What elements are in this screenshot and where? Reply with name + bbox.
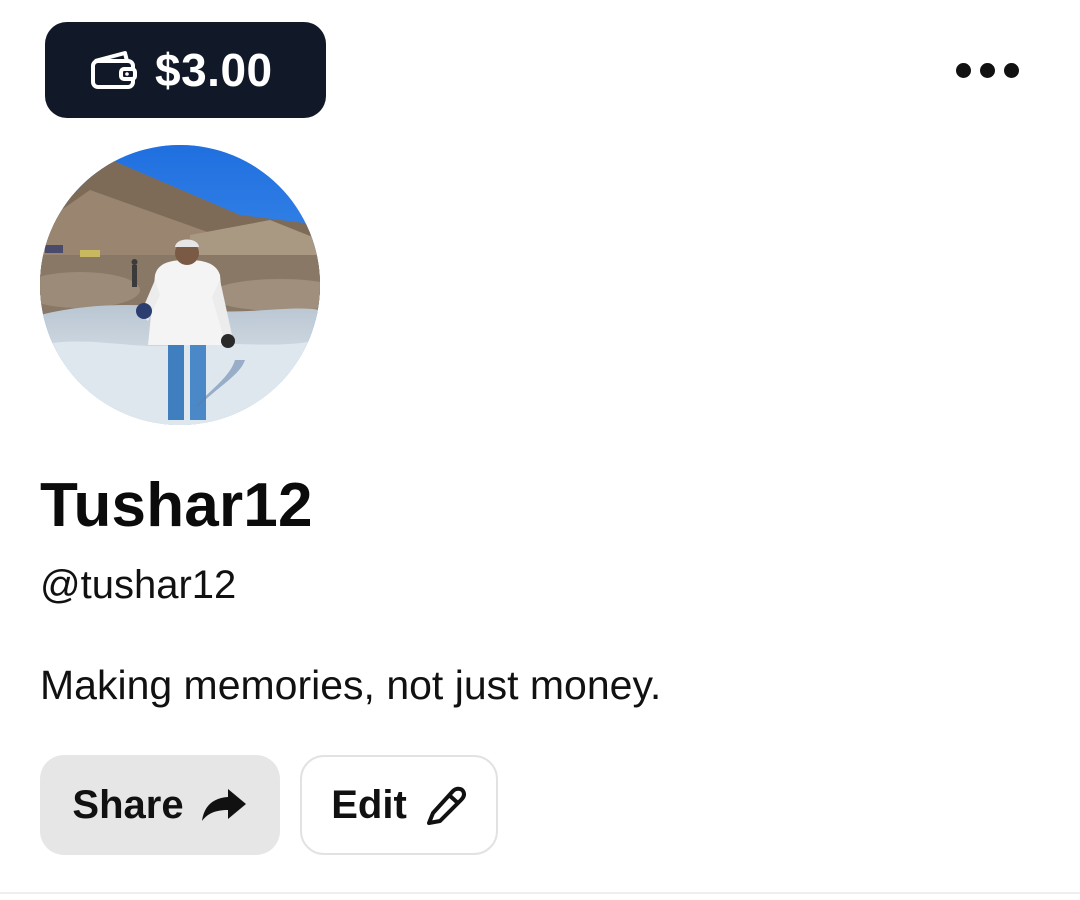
more-dot: [979, 62, 995, 78]
avatar-photo: [40, 145, 320, 425]
balance-amount: $3.00: [155, 44, 273, 96]
share-arrow-icon: [200, 785, 248, 825]
edit-profile-button[interactable]: Edit: [300, 755, 498, 855]
profile-screen: $3.00 Tushar12 @tushar12 Making memories…: [0, 0, 1080, 900]
share-button-label: Share: [72, 782, 184, 827]
pencil-icon: [423, 783, 467, 827]
more-dot: [955, 62, 971, 78]
section-divider: [0, 892, 1080, 894]
wallet-balance-button[interactable]: $3.00: [45, 22, 326, 118]
more-options-button[interactable]: [946, 44, 1028, 96]
more-dot: [1003, 62, 1019, 78]
profile-bio: Making memories, not just money.: [40, 662, 662, 708]
edit-button-label: Edit: [331, 782, 407, 827]
avatar[interactable]: [40, 145, 320, 425]
username-handle: @tushar12: [40, 563, 237, 607]
wallet-icon: [87, 48, 141, 92]
share-button[interactable]: Share: [40, 755, 280, 855]
display-name: Tushar12: [40, 471, 313, 540]
